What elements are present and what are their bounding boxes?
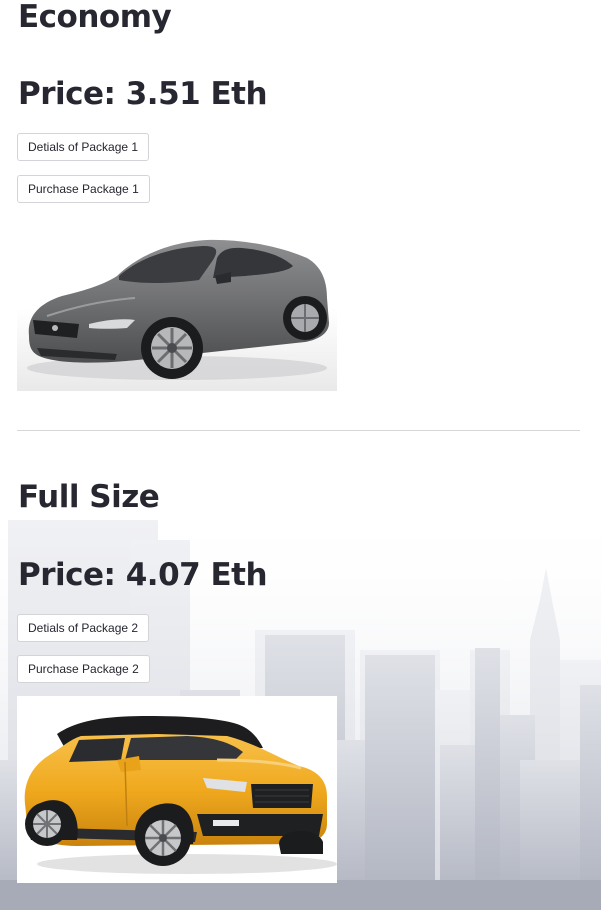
details-package-1-button[interactable]: Detials of Package 1 [17, 133, 150, 161]
details-package-2-button[interactable]: Detials of Package 2 [17, 614, 150, 642]
package-1-price: Price: 3.51 Eth [18, 76, 268, 112]
package-2-title: Full Size [18, 479, 160, 515]
gray-coupe-car-image [17, 228, 337, 391]
package-1-title: Economy [18, 0, 172, 35]
package-2-price: Price: 4.07 Eth [18, 557, 268, 593]
purchase-package-1-button[interactable]: Purchase Package 1 [17, 175, 150, 203]
yellow-suv-car-image [17, 696, 337, 883]
purchase-package-2-button[interactable]: Purchase Package 2 [17, 655, 150, 683]
section-divider [17, 430, 580, 431]
